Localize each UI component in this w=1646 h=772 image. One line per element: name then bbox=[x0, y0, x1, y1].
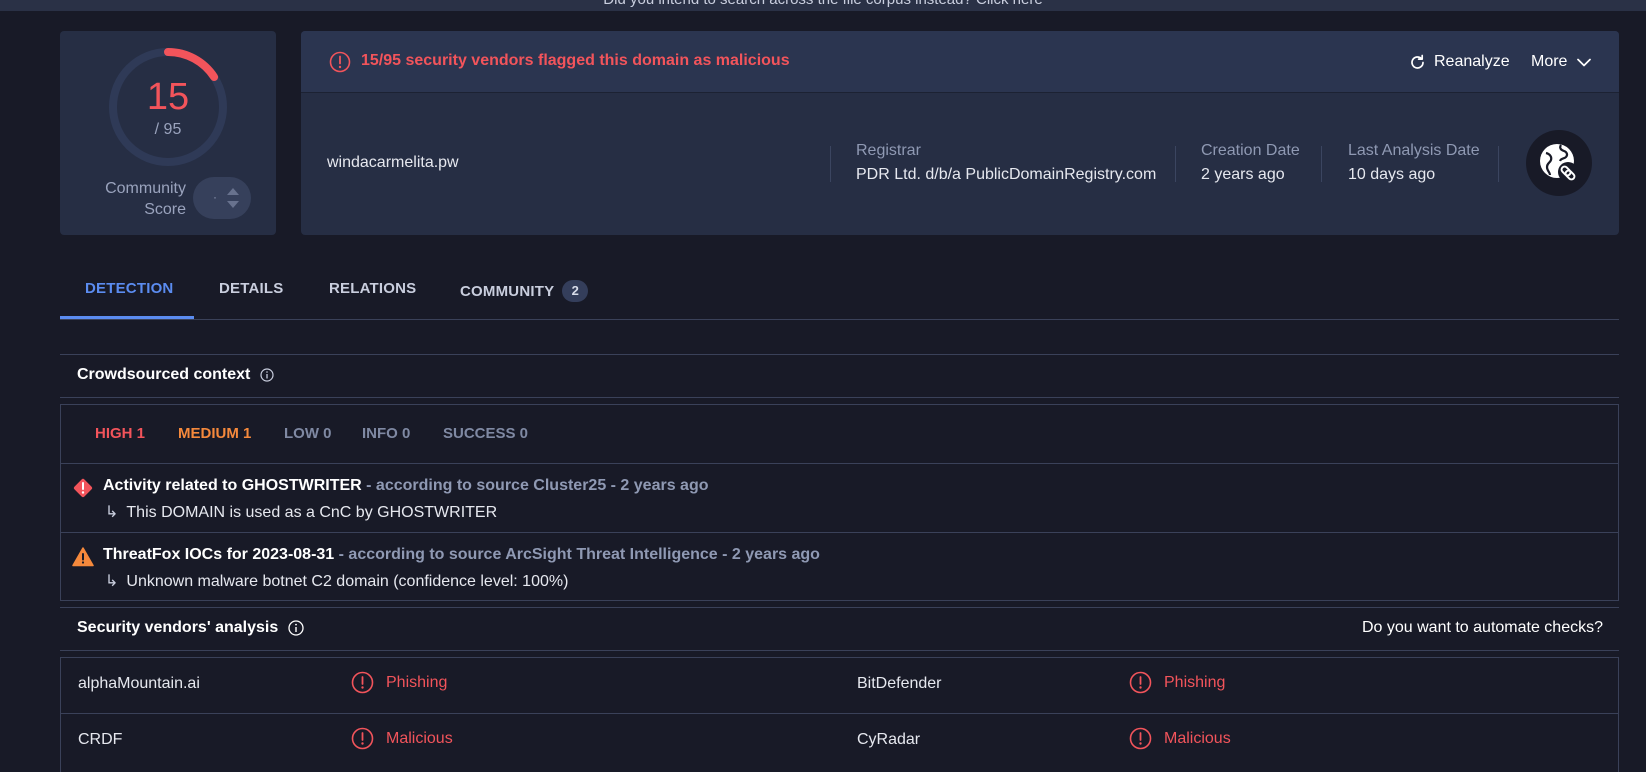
creation-date-label: Creation Date bbox=[1201, 142, 1300, 159]
high-severity-icon bbox=[73, 478, 93, 498]
domain-type-badge bbox=[1526, 130, 1592, 196]
automate-checks-link[interactable]: Do you want to automate checks? bbox=[1362, 619, 1603, 637]
registrar-block: Registrar PDR Ltd. d/b/a PublicDomainReg… bbox=[856, 142, 1156, 184]
community-vote-control[interactable]: · bbox=[193, 177, 251, 219]
sub-arrow-icon: ↳ bbox=[105, 504, 119, 521]
security-vendors-title: Security vendors' analysis bbox=[77, 619, 304, 637]
registrar-value: PDR Ltd. d/b/a PublicDomainRegistry.com bbox=[856, 166, 1157, 183]
tab-details-label: DETAILS bbox=[219, 280, 284, 297]
tab-community-label: COMMUNITY bbox=[460, 282, 555, 300]
sub-arrow-icon: ↳ bbox=[105, 573, 119, 590]
more-label: More bbox=[1531, 53, 1568, 70]
community-count-badge: 2 bbox=[562, 280, 589, 302]
alert-circle-icon bbox=[351, 671, 374, 694]
tab-relations[interactable]: RELATIONS bbox=[329, 280, 416, 297]
chevron-down-icon bbox=[1577, 58, 1592, 66]
vendor-name: alphaMountain.ai bbox=[78, 675, 200, 692]
domain-info-card: 15/95 security vendors flagged this doma… bbox=[301, 31, 1619, 235]
context-rule-name[interactable]: ThreatFox IOCs for 2023-08-31 bbox=[103, 546, 334, 563]
vendor-name: BitDefender bbox=[857, 675, 942, 692]
vendor-verdict: Phishing bbox=[1129, 671, 1225, 694]
verdict-label: Phishing bbox=[386, 673, 448, 691]
info-icon[interactable] bbox=[288, 620, 304, 636]
vendor-results-table: alphaMountain.ai Phishing BitDefender Ph… bbox=[60, 657, 1619, 772]
vendor-name: CyRadar bbox=[857, 731, 921, 748]
alert-circle-icon bbox=[1129, 671, 1152, 694]
context-item-detail: ↳ This DOMAIN is used as a CnC by GHOSTWR… bbox=[105, 502, 497, 522]
alert-circle-icon bbox=[1129, 727, 1152, 750]
divider bbox=[1321, 146, 1322, 182]
community-score-value: · bbox=[213, 190, 217, 204]
vendor-name: CRDF bbox=[78, 731, 123, 748]
tab-community[interactable]: COMMUNITY 2 bbox=[460, 280, 589, 302]
table-row: alphaMountain.ai Phishing BitDefender Ph… bbox=[61, 658, 1618, 713]
domain-name: windacarmelita.pw bbox=[327, 154, 459, 171]
divider bbox=[1175, 146, 1176, 182]
tab-details[interactable]: DETAILS bbox=[219, 280, 283, 297]
context-rule-name[interactable]: Activity related to GHOSTWRITER bbox=[103, 477, 362, 494]
context-item-title: Activity related to GHOSTWRITER - accord… bbox=[103, 477, 708, 495]
refresh-icon bbox=[1411, 54, 1424, 69]
last-analysis-block: Last Analysis Date 10 days ago bbox=[1348, 142, 1480, 184]
vendor-verdict: Malicious bbox=[351, 727, 453, 750]
divider bbox=[830, 146, 831, 182]
upvote-icon[interactable] bbox=[227, 188, 239, 195]
detection-total: / 95 bbox=[154, 121, 182, 138]
verdict-label: Malicious bbox=[1164, 729, 1231, 747]
verdict-label: Phishing bbox=[1164, 673, 1226, 691]
search-suggestion-banner[interactable]: Did you intend to search across the file… bbox=[0, 0, 1646, 11]
severity-tab-high[interactable]: HIGH 1 bbox=[95, 425, 145, 442]
security-vendors-label: Security vendors' analysis bbox=[77, 619, 279, 636]
context-detail-text: This DOMAIN is used as a CnC by GHOSTWRI… bbox=[126, 504, 498, 521]
more-menu-button[interactable]: More bbox=[1531, 50, 1592, 74]
severity-tab-success[interactable]: SUCCESS 0 bbox=[443, 425, 528, 442]
detection-count: 15 bbox=[146, 76, 190, 118]
creation-date-value: 2 years ago bbox=[1201, 166, 1285, 183]
warning-triangle-icon bbox=[72, 547, 94, 567]
divider bbox=[1498, 146, 1499, 182]
reanalyze-label: Reanalyze bbox=[1434, 53, 1510, 70]
context-source: - according to source ArcSight Threat In… bbox=[334, 546, 820, 563]
crowdsourced-context-header: Crowdsourced context bbox=[60, 354, 1619, 398]
alert-circle-icon bbox=[351, 727, 374, 750]
tab-relations-label: RELATIONS bbox=[329, 280, 417, 297]
severity-tab-medium[interactable]: MEDIUM 1 bbox=[178, 425, 251, 442]
crowdsourced-context-panel: HIGH 1 MEDIUM 1 LOW 0 INFO 0 SUCCESS 0 A… bbox=[60, 404, 1619, 601]
report-tabs: DETECTION DETAILS RELATIONS COMMUNITY 2 bbox=[60, 268, 1619, 320]
severity-tab-low[interactable]: LOW 0 bbox=[284, 425, 332, 442]
table-row: CRDF Malicious CyRadar Malicious bbox=[61, 713, 1618, 768]
context-source: - according to source Cluster25 - 2 year… bbox=[361, 477, 709, 494]
crowdsourced-context-title: Crowdsourced context bbox=[77, 366, 274, 384]
context-item: ThreatFox IOCs for 2023-08-31 - accordin… bbox=[61, 532, 1618, 600]
alert-circle-icon bbox=[329, 51, 351, 73]
reanalyze-button[interactable]: Reanalyze bbox=[1409, 50, 1510, 74]
verdict-label: Malicious bbox=[386, 729, 453, 747]
last-analysis-value: 10 days ago bbox=[1348, 166, 1436, 183]
info-icon[interactable] bbox=[260, 368, 274, 382]
globe-link-icon bbox=[1540, 144, 1578, 182]
tab-detection[interactable]: DETECTION bbox=[85, 280, 173, 297]
vendor-verdict: Malicious bbox=[1129, 727, 1231, 750]
vendor-verdict: Phishing bbox=[351, 671, 447, 694]
last-analysis-label: Last Analysis Date bbox=[1348, 142, 1480, 159]
severity-filter-tabs: HIGH 1 MEDIUM 1 LOW 0 INFO 0 SUCCESS 0 bbox=[61, 405, 1618, 464]
context-item-title: ThreatFox IOCs for 2023-08-31 - accordin… bbox=[103, 546, 820, 564]
crowdsourced-context-label: Crowdsourced context bbox=[77, 366, 251, 383]
malicious-alert-bar: 15/95 security vendors flagged this doma… bbox=[301, 31, 1619, 93]
community-score-label: Community Score bbox=[105, 180, 186, 218]
context-item: Activity related to GHOSTWRITER - accord… bbox=[61, 464, 1618, 532]
active-tab-indicator bbox=[60, 316, 194, 319]
downvote-icon[interactable] bbox=[227, 201, 239, 208]
search-suggestion-text[interactable]: Did you intend to search across the file… bbox=[0, 0, 1646, 8]
registrar-label: Registrar bbox=[856, 142, 921, 159]
malicious-alert-text: 15/95 security vendors flagged this doma… bbox=[361, 52, 790, 69]
context-detail-text: Unknown malware botnet C2 domain (confid… bbox=[126, 573, 569, 590]
context-item-detail: ↳ Unknown malware botnet C2 domain (confi… bbox=[105, 571, 568, 591]
detection-score-card: 15 / 95 Community Score · bbox=[60, 31, 276, 235]
tab-detection-label: DETECTION bbox=[85, 280, 174, 297]
security-vendors-header: Security vendors' analysis Do you want t… bbox=[60, 607, 1619, 651]
severity-tab-info[interactable]: INFO 0 bbox=[362, 425, 410, 442]
creation-date-block: Creation Date 2 years ago bbox=[1201, 142, 1300, 184]
